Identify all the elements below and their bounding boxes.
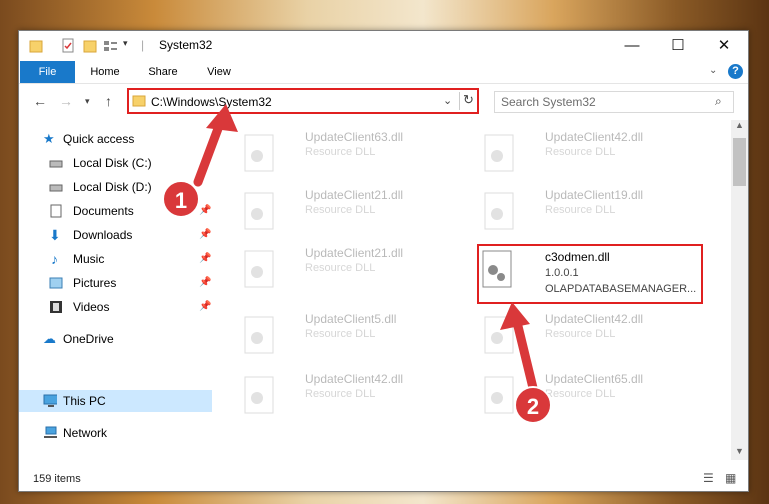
arrow-two-head [500,302,530,330]
arrow-one-head [206,104,238,132]
callout-two: 2 [514,386,552,424]
annotation-arrows [193,104,539,397]
arrow-two-shaft [511,313,539,397]
callout-one: 1 [162,180,200,218]
